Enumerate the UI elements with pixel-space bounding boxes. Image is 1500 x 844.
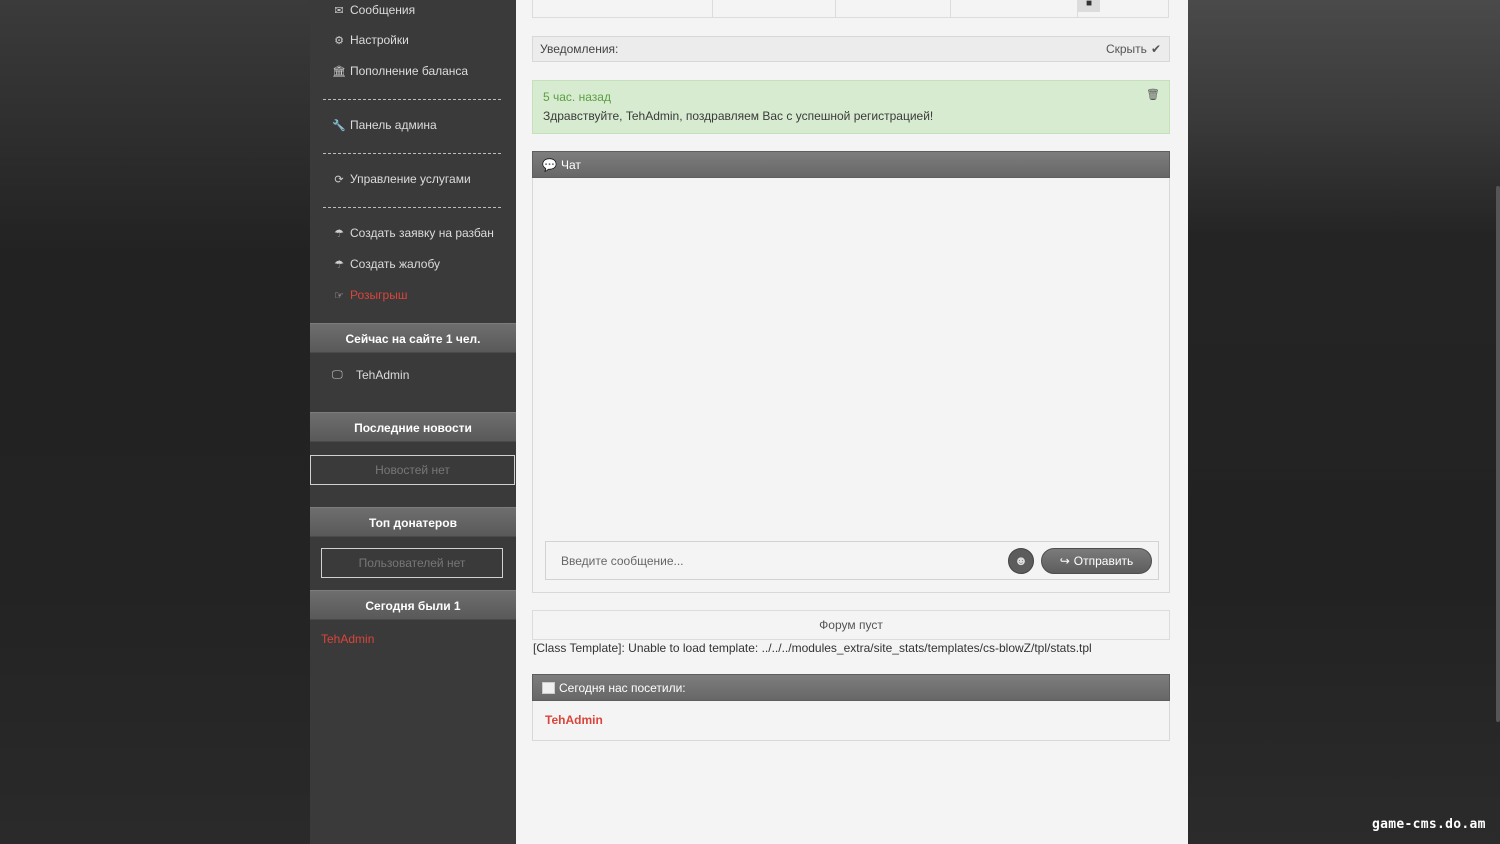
watermark: game-cms.do.am	[1372, 817, 1486, 832]
check-icon: ✔	[1150, 42, 1161, 56]
notification-time: 5 час. назад	[543, 90, 611, 104]
umbrella-icon: ☂	[334, 258, 344, 271]
sidebar: ✉ Сообщения ⚙ Настройки 🏛 Пополнение бал…	[310, 0, 516, 844]
menu-item-admin-panel[interactable]: 🔧 Панель админа	[310, 114, 516, 136]
notification-message: Здравствуйте, TehAdmin, поздравляем Вас …	[543, 109, 934, 123]
menu-item-complaint[interactable]: ☂ Создать жалобу	[310, 253, 516, 275]
menu-item-messages[interactable]: ✉ Сообщения	[310, 0, 516, 21]
chat-input-area: ☻ ↪ Отправить	[545, 541, 1159, 580]
menu-item-label: Управление услугами	[350, 172, 471, 186]
monitor-icon: 🖵	[332, 368, 343, 381]
news-block-title: Последние новости	[310, 412, 516, 442]
top-table: ■	[532, 0, 1169, 18]
menu-item-services[interactable]: ⟳ Управление услугами	[310, 168, 516, 190]
umbrella-icon: ☂	[334, 227, 344, 240]
visitors-body: TehAdmin	[532, 701, 1170, 741]
news-empty: Новостей нет	[310, 455, 515, 485]
donators-empty: Пользователей нет	[321, 548, 503, 578]
menu-item-label: Панель админа	[350, 118, 437, 132]
template-error: [Class Template]: Unable to load templat…	[533, 641, 1092, 655]
smile-icon[interactable]: ☻	[1008, 548, 1034, 574]
menu-item-label: Создать жалобу	[350, 257, 441, 271]
broken-image-icon	[542, 681, 555, 694]
main-content: ■ Уведомления: Скрыть ✔ 5 час. назад Здр…	[516, 0, 1188, 844]
table-cell	[712, 0, 836, 17]
menu-item-label: Розыгрыш	[350, 288, 408, 302]
menu-item-label: Сообщения	[350, 3, 416, 17]
share-icon: ↪	[1059, 554, 1070, 568]
send-label: Отправить	[1073, 554, 1134, 568]
menu-item-label: Создать заявку на разбан	[350, 226, 494, 240]
hide-label: Скрыть	[1105, 42, 1147, 56]
today-user-link[interactable]: TehAdmin	[321, 632, 374, 646]
forum-empty: Форум пуст	[532, 610, 1170, 640]
chat-header: 💬 Чат	[532, 151, 1170, 178]
trash-icon[interactable]: 🗑	[1146, 88, 1160, 101]
chat-title: Чат	[560, 157, 581, 172]
envelope-icon: ✉	[334, 4, 344, 17]
gears-icon: ⚙	[334, 34, 344, 47]
refresh-icon: ⟳	[334, 173, 344, 186]
notifications-bar: Уведомления: Скрыть ✔	[532, 36, 1170, 62]
menu-item-label: Пополнение баланса	[350, 64, 469, 78]
background-right	[1188, 0, 1500, 844]
visitor-user-link[interactable]: TehAdmin	[545, 713, 603, 727]
menu-item-giveaway[interactable]: ☞ Розыгрыш	[310, 284, 516, 306]
online-user-name: TehAdmin	[356, 368, 410, 382]
donators-block-title: Топ донатеров	[310, 507, 516, 537]
hand-point-icon: ☞	[334, 289, 344, 302]
hide-notifications-button[interactable]: Скрыть ✔	[1106, 42, 1161, 56]
menu-separator	[323, 153, 501, 154]
menu-item-settings[interactable]: ⚙ Настройки	[310, 29, 516, 51]
table-cell	[950, 0, 1078, 17]
table-cell	[533, 0, 713, 17]
bank-icon: 🏛	[332, 65, 346, 78]
page-scrollbar[interactable]	[1496, 186, 1500, 722]
table-cell	[835, 0, 951, 17]
visitors-header: Сегодня нас посетили:	[532, 674, 1170, 701]
video-camera-icon[interactable]: ■	[1078, 0, 1100, 12]
comment-icon: 💬	[542, 157, 557, 172]
visitors-title: Сегодня нас посетили:	[559, 680, 686, 695]
chat-message-input[interactable]	[552, 548, 1010, 573]
chat-body: ☻ ↪ Отправить	[532, 178, 1170, 593]
menu-item-label: Настройки	[350, 33, 409, 47]
menu-item-unban[interactable]: ☂ Создать заявку на разбан	[310, 222, 516, 244]
background-left	[0, 0, 310, 844]
menu-separator	[323, 99, 501, 100]
notifications-label: Уведомления:	[540, 42, 619, 56]
send-button[interactable]: ↪ Отправить	[1041, 548, 1152, 574]
menu-item-balance[interactable]: 🏛 Пополнение баланса	[310, 60, 516, 82]
menu-separator	[323, 207, 501, 208]
online-block-title: Сейчас на сайте 1 чел.	[310, 323, 516, 353]
today-block-title: Сегодня были 1	[310, 590, 516, 620]
notification-card: 5 час. назад Здравствуйте, TehAdmin, поз…	[532, 80, 1170, 134]
online-user[interactable]: 🖵 TehAdmin	[332, 368, 409, 382]
wrench-icon: 🔧	[332, 119, 346, 132]
